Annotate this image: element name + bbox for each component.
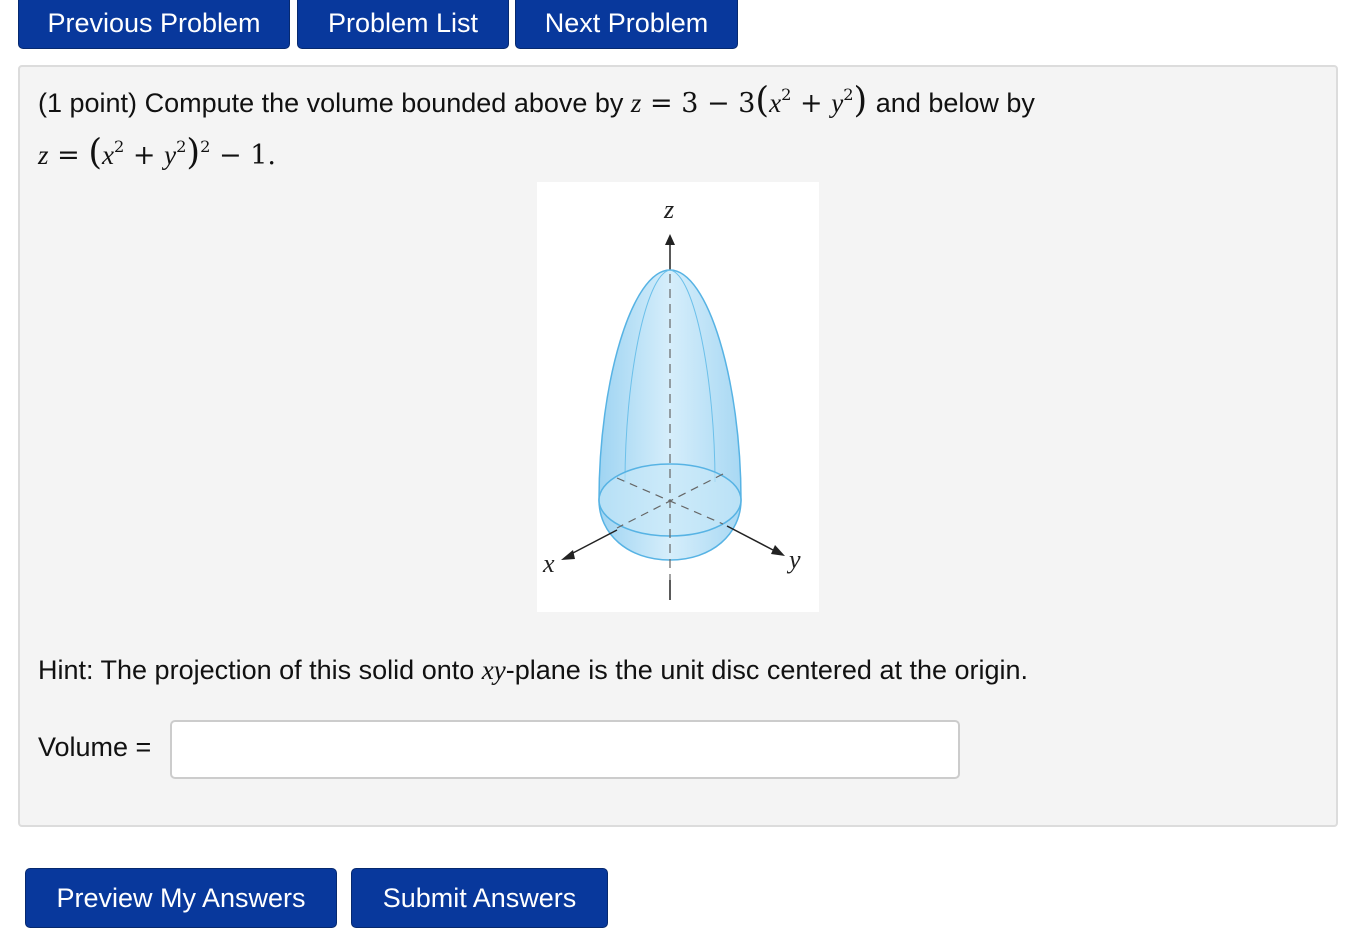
upper-surface-equation: z = 3 − 3(x2 + y2) [630, 80, 868, 121]
lower-surface-equation: z = (x2 + y2)2 − 1. [38, 132, 276, 173]
problem-list-button[interactable]: Problem List [297, 0, 509, 49]
z-axis-arrowhead [665, 234, 675, 245]
points-label: (1 point) [38, 88, 138, 118]
x-axis-label: x [542, 549, 555, 578]
volume-input[interactable] [170, 720, 960, 779]
hint-plane: xy [481, 655, 506, 685]
volume-label: Volume = [38, 732, 152, 762]
preview-answers-button[interactable]: Preview My Answers [25, 868, 337, 928]
submit-answers-button[interactable]: Submit Answers [351, 868, 608, 928]
hint-text: Hint: The projection of this solid onto … [38, 655, 1029, 685]
x-axis-line [570, 529, 618, 555]
solid-illustration: z x y [542, 195, 801, 600]
z-axis-label: z [663, 195, 674, 224]
x-axis-arrowhead [561, 550, 575, 560]
problem-statement-line1: (1 point) Compute the volume bounded abo… [38, 80, 1035, 121]
solid-figure: z x y [537, 182, 819, 612]
previous-problem-button[interactable]: Previous Problem [18, 0, 290, 49]
y-axis-label: y [786, 545, 801, 574]
statement-text-continued: and below by [875, 88, 1035, 118]
y-axis-arrowhead [771, 545, 785, 556]
statement-text: Compute the volume bounded above by [144, 88, 624, 118]
next-problem-button[interactable]: Next Problem [515, 0, 738, 49]
y-axis-line [726, 525, 774, 551]
